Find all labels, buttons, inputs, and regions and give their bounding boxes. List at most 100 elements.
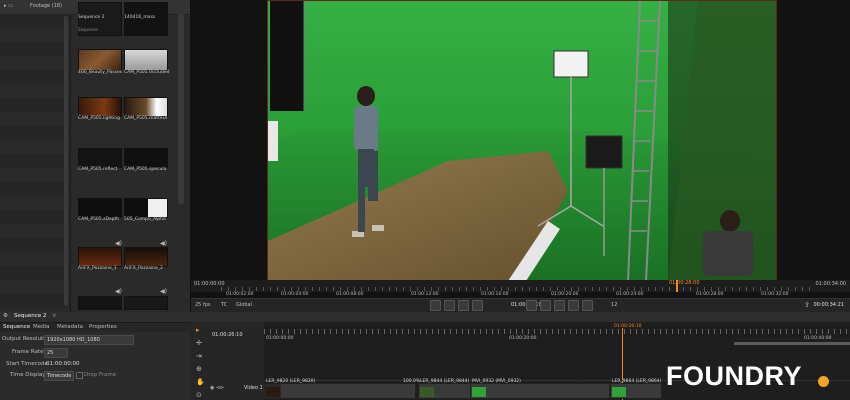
timeline-playhead-label: 01:00:26:10 [614,324,642,329]
tc-dropdown[interactable]: TC [221,302,227,308]
duration-timecode: 00:00:34:21 [813,302,844,308]
clip-thumbnail [266,387,280,397]
thumbnail-label: CAM_P505.0ccluded [124,70,170,75]
ruler-mark: 01:00:28:00 [696,292,724,297]
drop-frame-checkbox[interactable] [76,372,83,379]
step-forward-button[interactable] [554,300,565,311]
bin-tree [0,14,71,312]
timeline-range-bar[interactable] [734,342,850,345]
video-clip[interactable] [264,383,416,399]
tab-media[interactable]: Media [33,324,50,330]
thumbnail[interactable] [78,247,122,267]
frame-step[interactable]: 12 [611,302,617,308]
viewer-frame[interactable] [267,0,777,282]
bin-scrollbar[interactable] [178,14,184,204]
fps-label[interactable]: 25 fps [195,302,211,308]
play-button[interactable] [540,300,551,311]
viewer-playhead[interactable] [676,280,678,292]
start-timecode-label: Start Timecode: [6,361,50,367]
thumbnail-label: CAM_P505.matteDI [124,116,168,121]
thumbnail[interactable] [124,247,168,267]
sequence-tab-icon: ⚙ [3,313,8,319]
video-clip[interactable] [418,383,472,399]
audio-icon: ◀) [115,240,122,247]
out-point-button[interactable] [582,300,593,311]
ruler-mark: 01:00:02:00 [226,292,254,297]
tab-sequence[interactable]: Sequence [3,324,30,330]
tab-properties[interactable]: Properties [89,324,117,330]
thumbnail-label: AriFX_Pozzaine_1 [78,266,117,271]
timeline-mark: 01:00:20:00 [509,336,537,341]
foundry-logo: FOUNDRY [666,361,802,391]
ruler-end: 01:00:34:00 [815,281,846,287]
thumbnail-label: 140416_mass [124,15,156,20]
tree-rows [0,14,70,312]
timeline-mark: 01:00:00:00 [266,336,294,341]
thumbnail-label: CAM_P505.reflect [78,167,118,172]
stop-button[interactable] [526,300,537,311]
sub-tab-bar: Sequence Media Metadata Properties [0,323,190,332]
hand-tool-icon[interactable]: ✋ [196,378,205,386]
thumbnail[interactable] [78,148,122,168]
play-reverse-button[interactable] [458,300,469,311]
ruler-mark: 01:00:32:00 [761,292,789,297]
clip-thumbnail [472,387,486,397]
start-timecode-value[interactable]: 01:00:00:00 [46,361,80,367]
output-resolution-select[interactable]: 1920x1080 HD_1080 [44,335,134,345]
thumbnail[interactable] [78,49,122,71]
ruler-ticks [221,287,816,291]
folder-icon: ▸ ▭ [4,3,13,9]
skip-forward-button[interactable] [568,300,579,311]
thumbnail-label: CAM_P505.zDepth [78,217,120,222]
skip-back-button[interactable] [430,300,441,311]
viewer-playhead-time: 01:00:28:00 [669,280,700,286]
audio-icon: ◀) [115,288,122,295]
clip-thumbnail [612,387,626,397]
thumbnail-label: CAM_P505.specula [124,167,167,172]
logo-dot [818,376,829,387]
video-clip[interactable] [610,383,662,399]
select-tool-icon[interactable]: ▸ [196,326,200,334]
razor-tool-icon[interactable]: ⇥ [196,352,202,360]
global-dropdown[interactable]: Global [236,302,252,308]
frame-rate-label: Frame Rate: [12,349,46,355]
thumbnail-label: 400_Beauty_Passes [78,70,123,75]
in-point-button[interactable] [472,300,483,311]
bin-folder-label[interactable]: Footage (18) [30,3,62,9]
timeline-ticks [264,329,850,334]
thumbnail[interactable] [78,97,122,117]
export-icon[interactable]: ⇪ [804,301,810,309]
move-tool-icon[interactable]: ✛ [196,339,202,347]
tab-metadata[interactable]: Metadata [57,324,83,330]
close-tab-icon[interactable]: × [52,313,57,319]
thumbnail-sub: Sequence [78,27,98,32]
thumbnail[interactable] [124,148,168,168]
ruler-mark: 01:00:24:00 [616,292,644,297]
ruler-mark: 01:00:04:00 [281,292,309,297]
thumbnail-label: Sequence 2 [78,15,105,20]
video-clip[interactable] [470,383,610,399]
time-display-select[interactable]: Timecode [44,371,74,381]
time-display-label: Time Display: [10,372,47,378]
thumbnail[interactable] [124,198,168,218]
tab-sequence-2[interactable]: Sequence 2 [14,313,46,319]
track-name: Video 1 [244,385,263,391]
drop-frame-label: Drop Frame [84,372,117,378]
zoom-tool-icon[interactable]: ⊕ [196,365,202,373]
track-lock-icon[interactable]: ◉ ⊲⊳ [210,385,224,391]
frame-rate-select[interactable]: 25 [44,348,68,358]
thumbnail-label: 505_Compo_Alpha [124,217,166,222]
bin-tree-scrollbar[interactable] [64,16,68,306]
thumbnail[interactable] [124,97,168,117]
thumbnail[interactable] [124,49,168,71]
multi-tool-icon[interactable]: ⊙ [196,391,202,399]
thumbnail[interactable] [124,296,168,310]
step-back-button[interactable] [444,300,455,311]
thumbnail[interactable] [78,198,122,218]
audio-icon: ◀) [160,288,167,295]
thumbnail-label: AriFX_Pozzaine_2 [124,266,163,271]
viewer-ruler[interactable]: 01:00:00:00 01:00:34:00 01:00:28:00 [191,280,850,292]
timeline-mark: 01:00:40:00 [804,336,832,341]
ruler-start: 01:00:00:00 [194,281,225,287]
thumbnail[interactable] [78,296,122,310]
